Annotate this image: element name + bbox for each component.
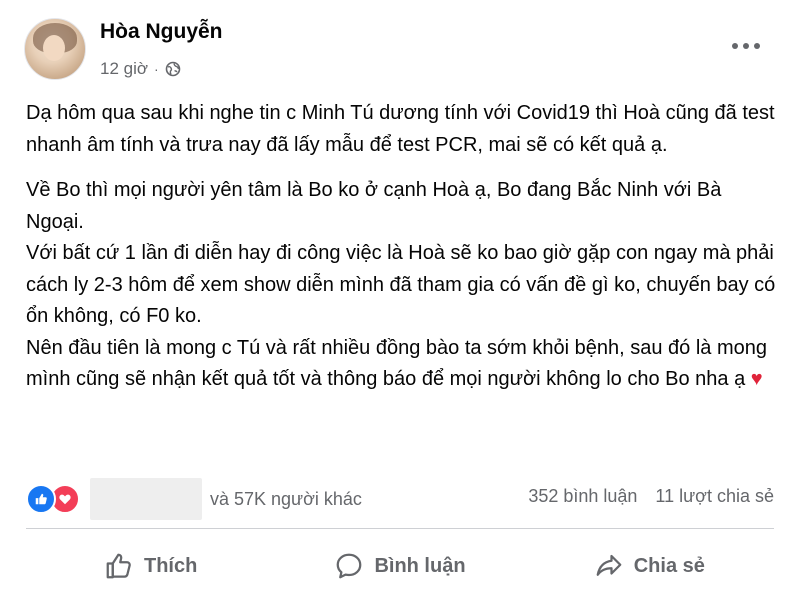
thumbs-up-icon [35,493,47,505]
like-button[interactable]: Thích [26,540,275,592]
post-paragraph: Dạ hôm qua sau khi nghe tin c Minh Tú dư… [26,102,775,156]
more-dot [743,43,749,49]
thumbs-up-icon [106,553,131,579]
engagement-counts: 352 bình luận 11 lượt chia sẻ [528,486,774,507]
reactor-names-blurred [90,478,202,520]
meta-separator: · [154,61,159,77]
more-options-icon[interactable] [732,36,760,56]
divider [26,528,774,529]
more-dot [732,43,738,49]
share-button[interactable]: Chia sẻ [525,540,774,592]
globe-icon[interactable] [165,61,181,77]
like-reaction-icon [26,484,56,514]
post-paragraph: Về Bo thì mọi người yên tâm là Bo ko ở c… [26,179,722,233]
comment-count[interactable]: 352 bình luận [528,486,637,507]
comment-button[interactable]: Bình luận [275,540,524,592]
share-count[interactable]: 11 lượt chia sẻ [655,486,774,507]
post-actions: Thích Bình luận Chia sẻ [26,540,774,592]
post-time[interactable]: 12 giờ [100,59,148,79]
post-paragraph-last: Nên đầu tiên là mong c Tú và rất nhiều đ… [26,333,781,396]
post-paragraph: Với bất cứ 1 lần đi diễn hay đi công việ… [26,242,776,327]
reactions-summary[interactable]: và 57K người khác [26,478,362,520]
author-avatar[interactable] [24,18,86,80]
share-button-label: Chia sẻ [633,554,705,577]
heart-icon [59,494,71,505]
post-meta: 12 giờ · [100,58,181,80]
facebook-post: Hòa Nguyễn 12 giờ · Dạ hôm qua sau khi n… [0,0,800,600]
comment-icon [337,553,362,579]
author-name[interactable]: Hòa Nguyễn [100,20,223,44]
post-paragraph-text: Nên đầu tiên là mong c Tú và rất nhiều đ… [26,336,767,391]
more-dot [754,43,760,49]
share-icon [596,554,622,576]
post-content: Dạ hôm qua sau khi nghe tin c Minh Tú dư… [26,98,781,396]
heart-emoji: ♥ [750,368,763,390]
like-button-label: Thích [143,554,198,577]
avatar-face [43,35,65,61]
comment-button-label: Bình luận [374,554,466,577]
reactions-others-text[interactable]: và 57K người khác [210,489,362,510]
